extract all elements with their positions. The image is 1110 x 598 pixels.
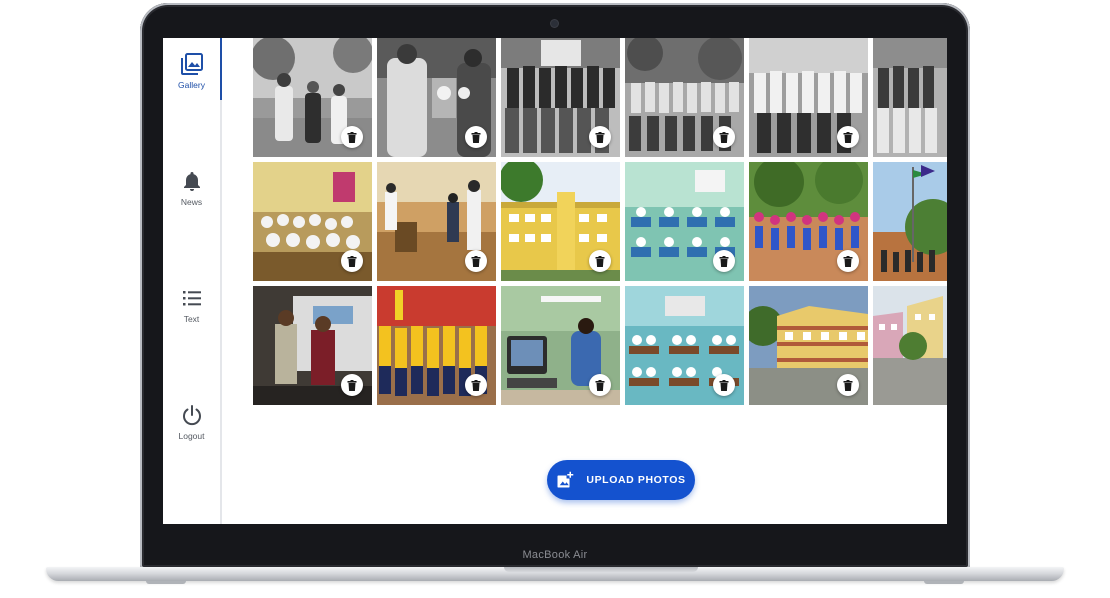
base-notch [504, 567, 698, 572]
photo-tile[interactable] [749, 286, 868, 405]
base-foot-right [924, 581, 964, 584]
photo-tile[interactable] [873, 286, 947, 405]
trash-icon [843, 131, 853, 143]
photo-tile[interactable] [625, 286, 744, 405]
gallery-icon [180, 53, 203, 75]
delete-photo-button[interactable] [713, 250, 735, 272]
sidebar-item-gallery[interactable]: Gallery [163, 38, 222, 100]
app-screen: Gallery News Text Logout UPLOAD PHOTOS [163, 38, 947, 524]
photo-tile[interactable] [501, 162, 620, 281]
trash-icon [471, 379, 481, 391]
add-photo-icon [557, 471, 574, 488]
photo-tile[interactable] [253, 286, 372, 405]
photo-tile[interactable] [377, 38, 496, 157]
photo-tile[interactable] [501, 286, 620, 405]
trash-icon [595, 131, 605, 143]
device-model-label: MacBook Air [522, 549, 588, 561]
sidebar: Gallery News Text Logout [163, 38, 222, 524]
delete-photo-button[interactable] [713, 374, 735, 396]
power-icon [182, 405, 201, 426]
trash-icon [843, 255, 853, 267]
trash-icon [595, 379, 605, 391]
trash-icon [719, 379, 729, 391]
photo-tile[interactable] [625, 162, 744, 281]
sidebar-item-text[interactable]: Text [163, 272, 220, 334]
delete-photo-button[interactable] [341, 374, 363, 396]
trash-icon [595, 255, 605, 267]
delete-photo-button[interactable] [589, 126, 611, 148]
sidebar-item-logout[interactable]: Logout [163, 389, 220, 451]
trash-icon [347, 255, 357, 267]
sidebar-item-label: Text [183, 314, 200, 324]
photo-tile[interactable] [749, 162, 868, 281]
list-icon [182, 291, 201, 306]
photo-image [873, 162, 947, 281]
delete-photo-button[interactable] [589, 250, 611, 272]
trash-icon [347, 379, 357, 391]
delete-photo-button[interactable] [837, 374, 859, 396]
photo-image [873, 286, 947, 405]
base-foot-left [146, 581, 186, 584]
upload-photos-button[interactable]: UPLOAD PHOTOS [547, 460, 695, 500]
delete-photo-button[interactable] [341, 250, 363, 272]
upload-photos-label: UPLOAD PHOTOS [586, 474, 686, 486]
trash-icon [719, 131, 729, 143]
photo-image [873, 38, 947, 157]
trash-icon [471, 255, 481, 267]
photo-tile[interactable] [253, 162, 372, 281]
trash-icon [843, 379, 853, 391]
trash-icon [347, 131, 357, 143]
photo-tile[interactable] [749, 38, 868, 157]
photo-tile[interactable] [873, 162, 947, 281]
trash-icon [719, 255, 729, 267]
delete-photo-button[interactable] [465, 250, 487, 272]
photo-tile[interactable] [377, 162, 496, 281]
sidebar-item-news[interactable]: News [163, 155, 220, 217]
delete-photo-button[interactable] [341, 126, 363, 148]
photo-tile[interactable] [253, 38, 372, 157]
laptop-base [46, 567, 1064, 584]
delete-photo-button[interactable] [465, 126, 487, 148]
photo-tile[interactable] [625, 38, 744, 157]
delete-photo-button[interactable] [837, 250, 859, 272]
photo-tile[interactable] [873, 38, 947, 157]
sidebar-item-label: News [180, 197, 203, 207]
sidebar-item-label: Logout [178, 431, 205, 441]
delete-photo-button[interactable] [589, 374, 611, 396]
sidebar-item-label: Gallery [178, 80, 205, 90]
delete-photo-button[interactable] [837, 126, 859, 148]
camera-dot [551, 20, 558, 27]
delete-photo-button[interactable] [465, 374, 487, 396]
trash-icon [471, 131, 481, 143]
delete-photo-button[interactable] [713, 126, 735, 148]
photo-tile[interactable] [377, 286, 496, 405]
bell-icon [183, 172, 200, 191]
photo-tile[interactable] [501, 38, 620, 157]
